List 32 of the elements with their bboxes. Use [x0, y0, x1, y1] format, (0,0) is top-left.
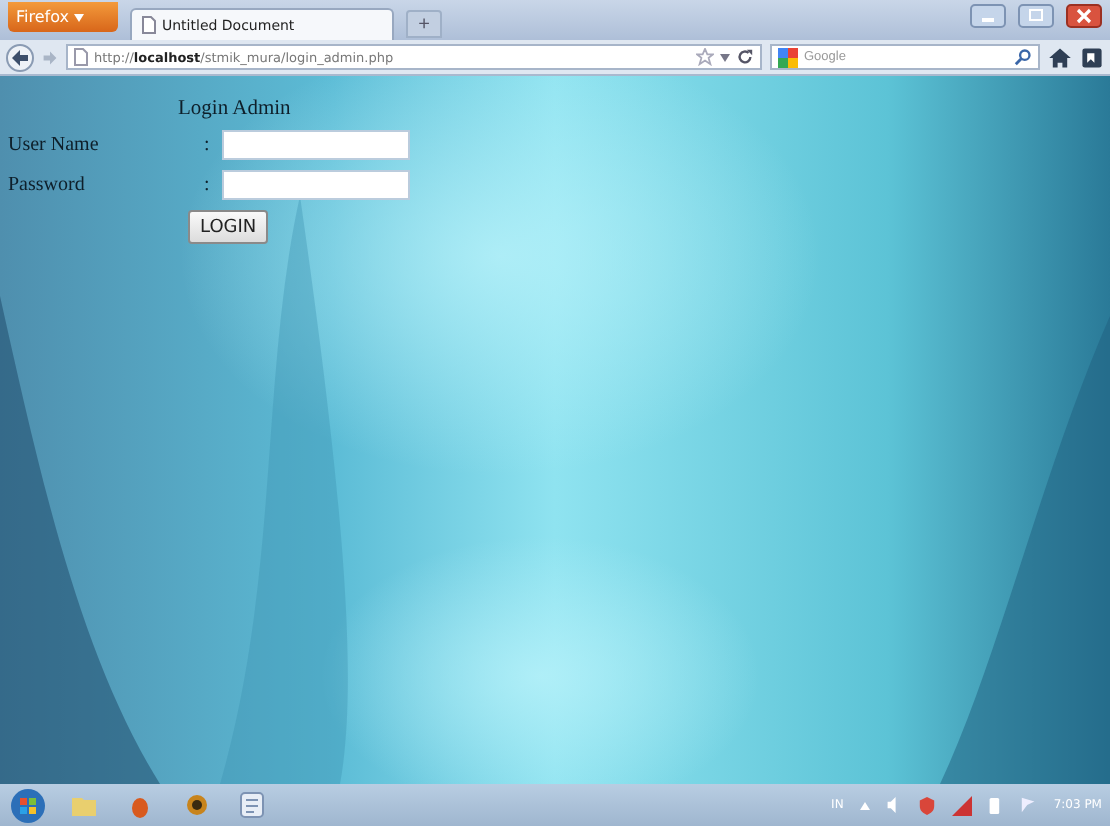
shield-icon[interactable] [917, 795, 936, 815]
field-label: Password [8, 174, 87, 196]
back-icon[interactable] [6, 43, 34, 71]
start-button[interactable] [8, 787, 48, 823]
field-label: User Name [8, 134, 101, 156]
username-field[interactable] [222, 130, 410, 160]
minimize-icon[interactable] [970, 4, 1006, 28]
up-arrow-icon[interactable] [859, 801, 870, 809]
caret-icon [74, 13, 85, 21]
network-icon[interactable] [951, 795, 972, 815]
restore-icon[interactable] [1018, 4, 1054, 28]
close-icon[interactable] [1066, 4, 1102, 28]
document-icon [142, 16, 156, 34]
reload-icon[interactable] [736, 48, 754, 66]
forward-icon[interactable] [42, 49, 58, 65]
password-field[interactable] [222, 170, 410, 200]
login-button[interactable]: LOGIN [188, 210, 269, 244]
star-icon[interactable] [696, 48, 714, 66]
bookmarks-icon[interactable] [1080, 45, 1104, 69]
tray-app-icon[interactable] [987, 795, 1004, 815]
flag-icon[interactable] [1019, 796, 1038, 814]
field-separator: : [204, 174, 212, 196]
form-heading: Login Admin [176, 98, 293, 120]
firefox-menu-button[interactable]: Firefox [8, 2, 118, 32]
dropdown-icon[interactable] [720, 53, 730, 61]
home-icon[interactable] [1048, 45, 1072, 69]
page-icon [74, 48, 88, 66]
search-icon[interactable] [1014, 48, 1032, 66]
field-separator: : [204, 134, 212, 156]
speaker-icon[interactable] [885, 796, 902, 814]
search-engine-icon [778, 47, 798, 67]
new-tab-button[interactable]: + [406, 10, 442, 38]
